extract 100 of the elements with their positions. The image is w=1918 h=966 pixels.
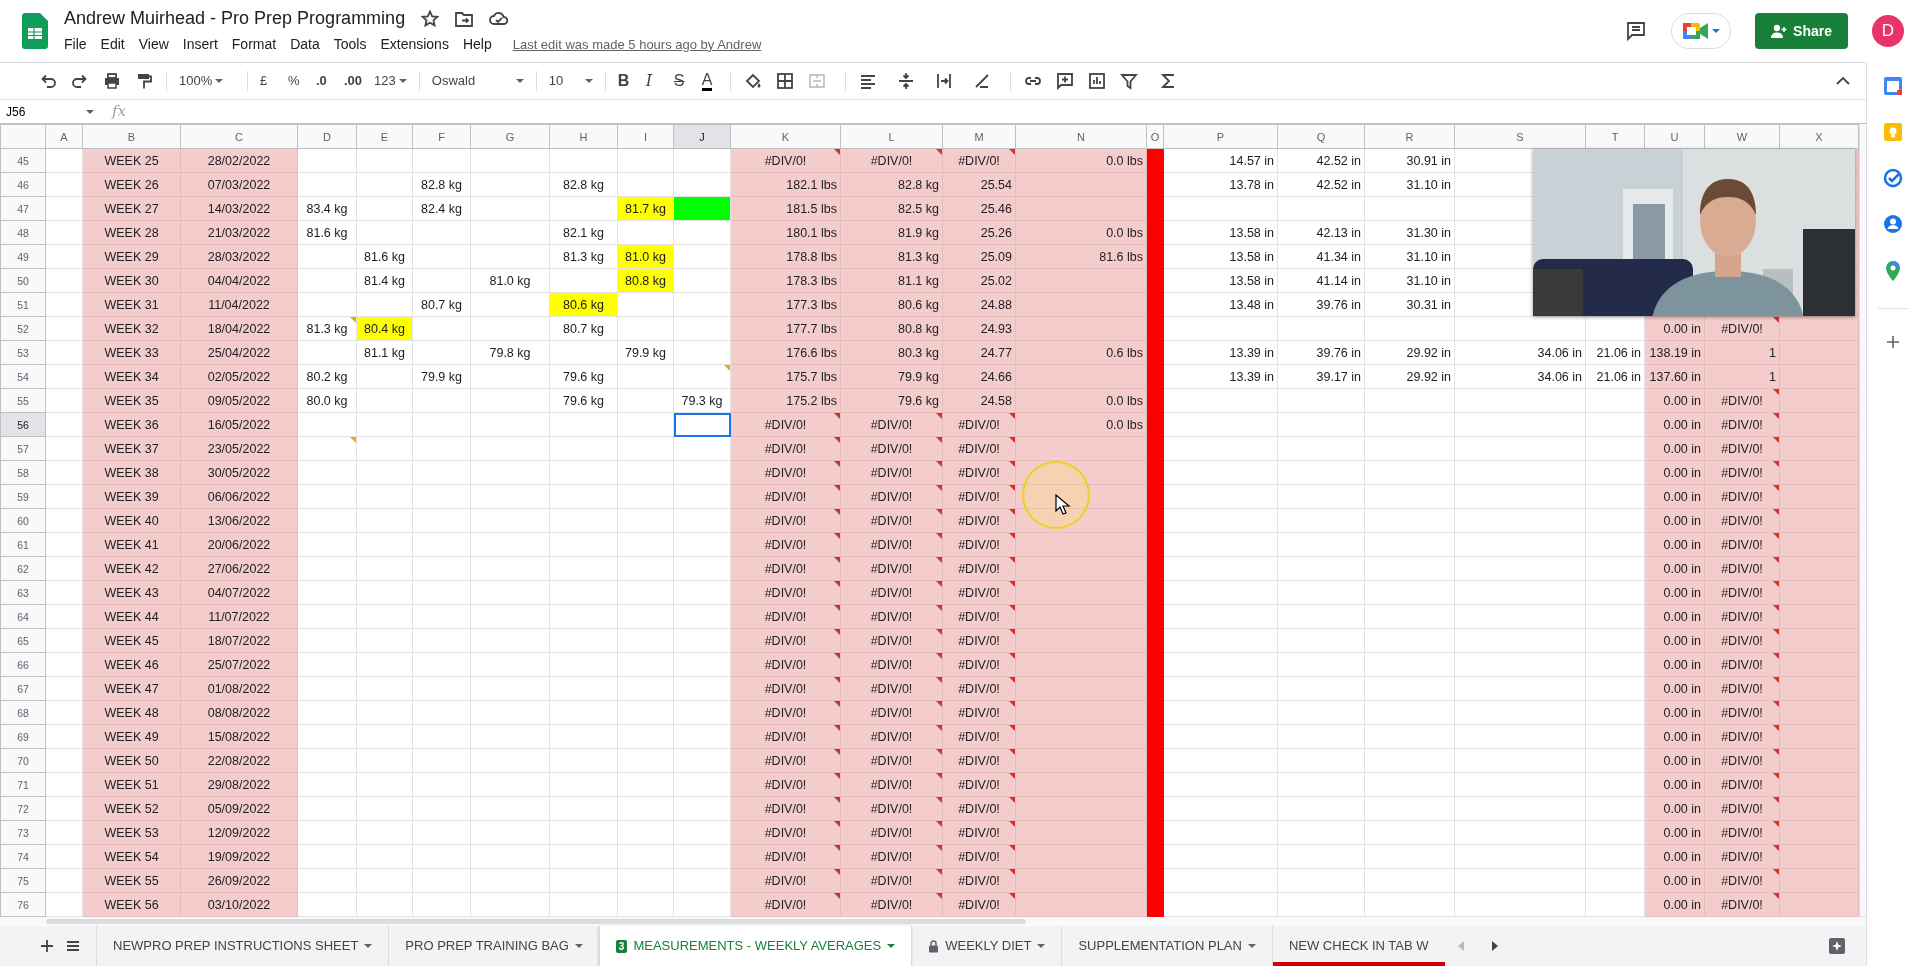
menu-item[interactable]: File: [57, 32, 94, 57]
table-cell[interactable]: WEEK 52: [82, 796, 181, 821]
table-cell[interactable]: 42.13 in: [1277, 220, 1365, 245]
table-cell[interactable]: 42.52 in: [1277, 172, 1365, 197]
row-number[interactable]: 71: [0, 772, 46, 797]
table-cell[interactable]: 14.57 in: [1163, 148, 1278, 173]
table-cell[interactable]: WEEK 25: [82, 148, 181, 173]
row-number[interactable]: 58: [0, 460, 46, 485]
column-header[interactable]: T: [1585, 124, 1645, 149]
column-header[interactable]: U: [1644, 124, 1705, 149]
table-cell[interactable]: #DIV/0!: [840, 700, 943, 725]
table-cell[interactable]: 13.58 in: [1163, 220, 1278, 245]
column-header[interactable]: N: [1015, 124, 1147, 149]
table-cell[interactable]: 26/09/2022: [180, 868, 298, 893]
table-cell[interactable]: #DIV/0!: [840, 580, 943, 605]
table-cell[interactable]: WEEK 28: [82, 220, 181, 245]
table-cell[interactable]: 79.8 kg: [470, 340, 550, 365]
table-cell[interactable]: 0.0 lbs: [1015, 412, 1147, 437]
last-edit-link[interactable]: Last edit was made 5 hours ago by Andrew: [512, 34, 762, 55]
table-cell[interactable]: 178.3 lbs: [730, 268, 841, 293]
table-cell[interactable]: [1015, 268, 1147, 293]
table-cell[interactable]: 02/05/2022: [180, 364, 298, 389]
table-cell[interactable]: [1015, 724, 1147, 749]
row-number[interactable]: 74: [0, 844, 46, 869]
table-cell[interactable]: #DIV/0!: [730, 460, 841, 485]
table-cell[interactable]: WEEK 35: [82, 388, 181, 413]
table-cell[interactable]: [1015, 580, 1147, 605]
row-number[interactable]: 66: [0, 652, 46, 677]
table-cell[interactable]: 22/08/2022: [180, 748, 298, 773]
table-cell[interactable]: 31.10 in: [1364, 268, 1455, 293]
table-cell[interactable]: #DIV/0!: [730, 748, 841, 773]
table-cell[interactable]: 03/10/2022: [180, 892, 298, 917]
table-cell[interactable]: 0.0 lbs: [1015, 148, 1147, 173]
table-cell[interactable]: #DIV/0!: [730, 652, 841, 677]
table-cell[interactable]: 12/09/2022: [180, 820, 298, 845]
table-cell[interactable]: #DIV/0!: [730, 844, 841, 869]
row-number[interactable]: 47: [0, 196, 46, 221]
table-cell[interactable]: 81.1 kg: [356, 340, 413, 365]
table-cell[interactable]: 13.48 in: [1163, 292, 1278, 317]
table-cell[interactable]: 13/06/2022: [180, 508, 298, 533]
table-cell[interactable]: WEEK 42: [82, 556, 181, 581]
row-number[interactable]: 49: [0, 244, 46, 269]
table-cell[interactable]: #DIV/0!: [840, 604, 943, 629]
table-cell[interactable]: WEEK 41: [82, 532, 181, 557]
table-cell[interactable]: WEEK 56: [82, 892, 181, 917]
chart-icon[interactable]: [1087, 72, 1106, 90]
table-cell[interactable]: #DIV/0!: [730, 772, 841, 797]
table-cell[interactable]: #DIV/0!: [840, 748, 943, 773]
row-number[interactable]: 62: [0, 556, 46, 581]
table-cell[interactable]: WEEK 49: [82, 724, 181, 749]
table-cell[interactable]: WEEK 38: [82, 460, 181, 485]
sheet-tab[interactable]: SUPPLEMENTATION PLAN: [1061, 926, 1272, 966]
table-cell[interactable]: 15/08/2022: [180, 724, 298, 749]
row-number[interactable]: 60: [0, 508, 46, 533]
table-cell[interactable]: [1015, 652, 1147, 677]
sheets-logo[interactable]: [22, 13, 48, 49]
table-cell[interactable]: #DIV/0!: [840, 556, 943, 581]
italic-button[interactable]: I: [641, 67, 666, 95]
table-cell[interactable]: WEEK 51: [82, 772, 181, 797]
table-cell[interactable]: #DIV/0!: [840, 484, 943, 509]
table-cell[interactable]: WEEK 47: [82, 676, 181, 701]
row-number[interactable]: 63: [0, 580, 46, 605]
add-sheet-icon[interactable]: [40, 939, 54, 953]
table-cell[interactable]: 80.0 kg: [297, 388, 357, 413]
sheet-tab[interactable]: WEEKLY DIET: [911, 926, 1062, 966]
row-number[interactable]: 45: [0, 148, 46, 173]
table-cell[interactable]: 21.06 in: [1585, 340, 1645, 365]
table-cell[interactable]: WEEK 26: [82, 172, 181, 197]
table-cell[interactable]: WEEK 53: [82, 820, 181, 845]
table-cell[interactable]: WEEK 55: [82, 868, 181, 893]
menu-item[interactable]: Format: [224, 32, 284, 57]
column-header[interactable]: F: [412, 124, 471, 149]
table-cell[interactable]: 34.06 in: [1454, 364, 1586, 389]
column-header[interactable]: D: [297, 124, 357, 149]
table-cell[interactable]: 81.4 kg: [356, 268, 413, 293]
collapse-icon[interactable]: [1836, 76, 1850, 86]
row-number[interactable]: 70: [0, 748, 46, 773]
table-cell[interactable]: 13.58 in: [1163, 244, 1278, 269]
menu-item[interactable]: Edit: [93, 32, 132, 57]
table-cell[interactable]: [1015, 316, 1147, 341]
vertical-scrollbar[interactable]: [1859, 124, 1866, 916]
column-header[interactable]: P: [1163, 124, 1278, 149]
table-cell[interactable]: WEEK 32: [82, 316, 181, 341]
explore-icon[interactable]: [1828, 937, 1846, 955]
table-cell[interactable]: WEEK 54: [82, 844, 181, 869]
table-cell[interactable]: WEEK 31: [82, 292, 181, 317]
table-cell[interactable]: #DIV/0!: [730, 436, 841, 461]
table-cell[interactable]: 31.10 in: [1364, 244, 1455, 269]
contacts-icon[interactable]: [1882, 214, 1903, 234]
table-cell[interactable]: #DIV/0!: [730, 580, 841, 605]
table-cell[interactable]: [1015, 556, 1147, 581]
table-cell[interactable]: 79.9 kg: [412, 364, 471, 389]
meet-button[interactable]: [1671, 13, 1732, 49]
sheet-tab[interactable]: NEW CHECK IN TAB W: [1271, 926, 1445, 966]
table-cell[interactable]: 80.6 kg: [840, 292, 943, 317]
table-cell[interactable]: #DIV/0!: [840, 844, 943, 869]
table-cell[interactable]: 30.31 in: [1364, 292, 1455, 317]
table-cell[interactable]: 04/04/2022: [180, 268, 298, 293]
table-cell[interactable]: 11/04/2022: [180, 292, 298, 317]
table-cell[interactable]: 27/06/2022: [180, 556, 298, 581]
